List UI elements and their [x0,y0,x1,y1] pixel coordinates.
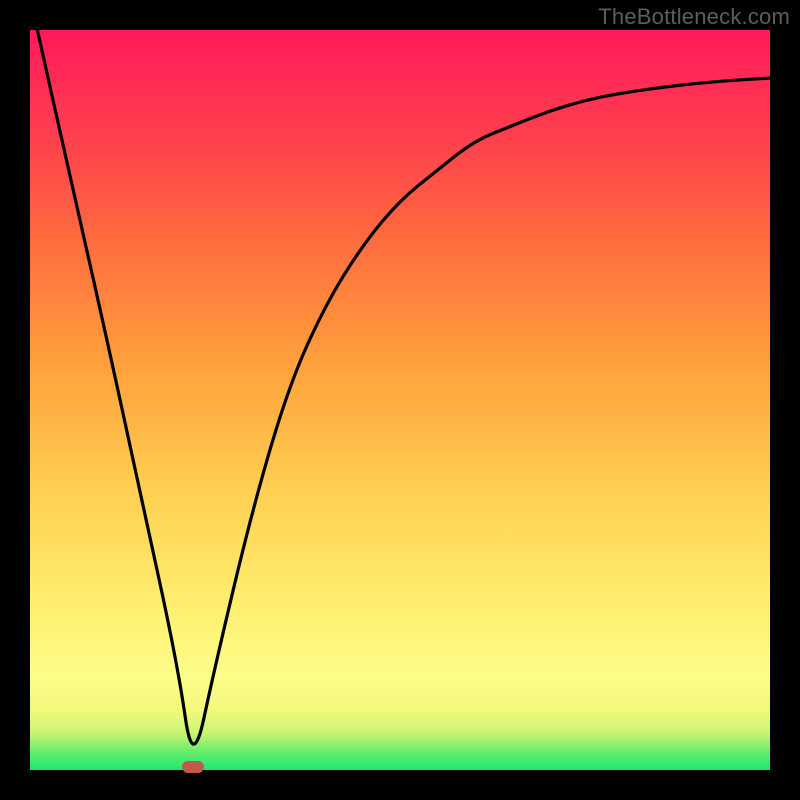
curve-path [37,30,770,744]
min-marker [182,761,204,773]
watermark-text: TheBottleneck.com [598,4,790,30]
plot-area [30,30,770,770]
bottleneck-curve [30,30,770,770]
chart-frame: TheBottleneck.com [0,0,800,800]
